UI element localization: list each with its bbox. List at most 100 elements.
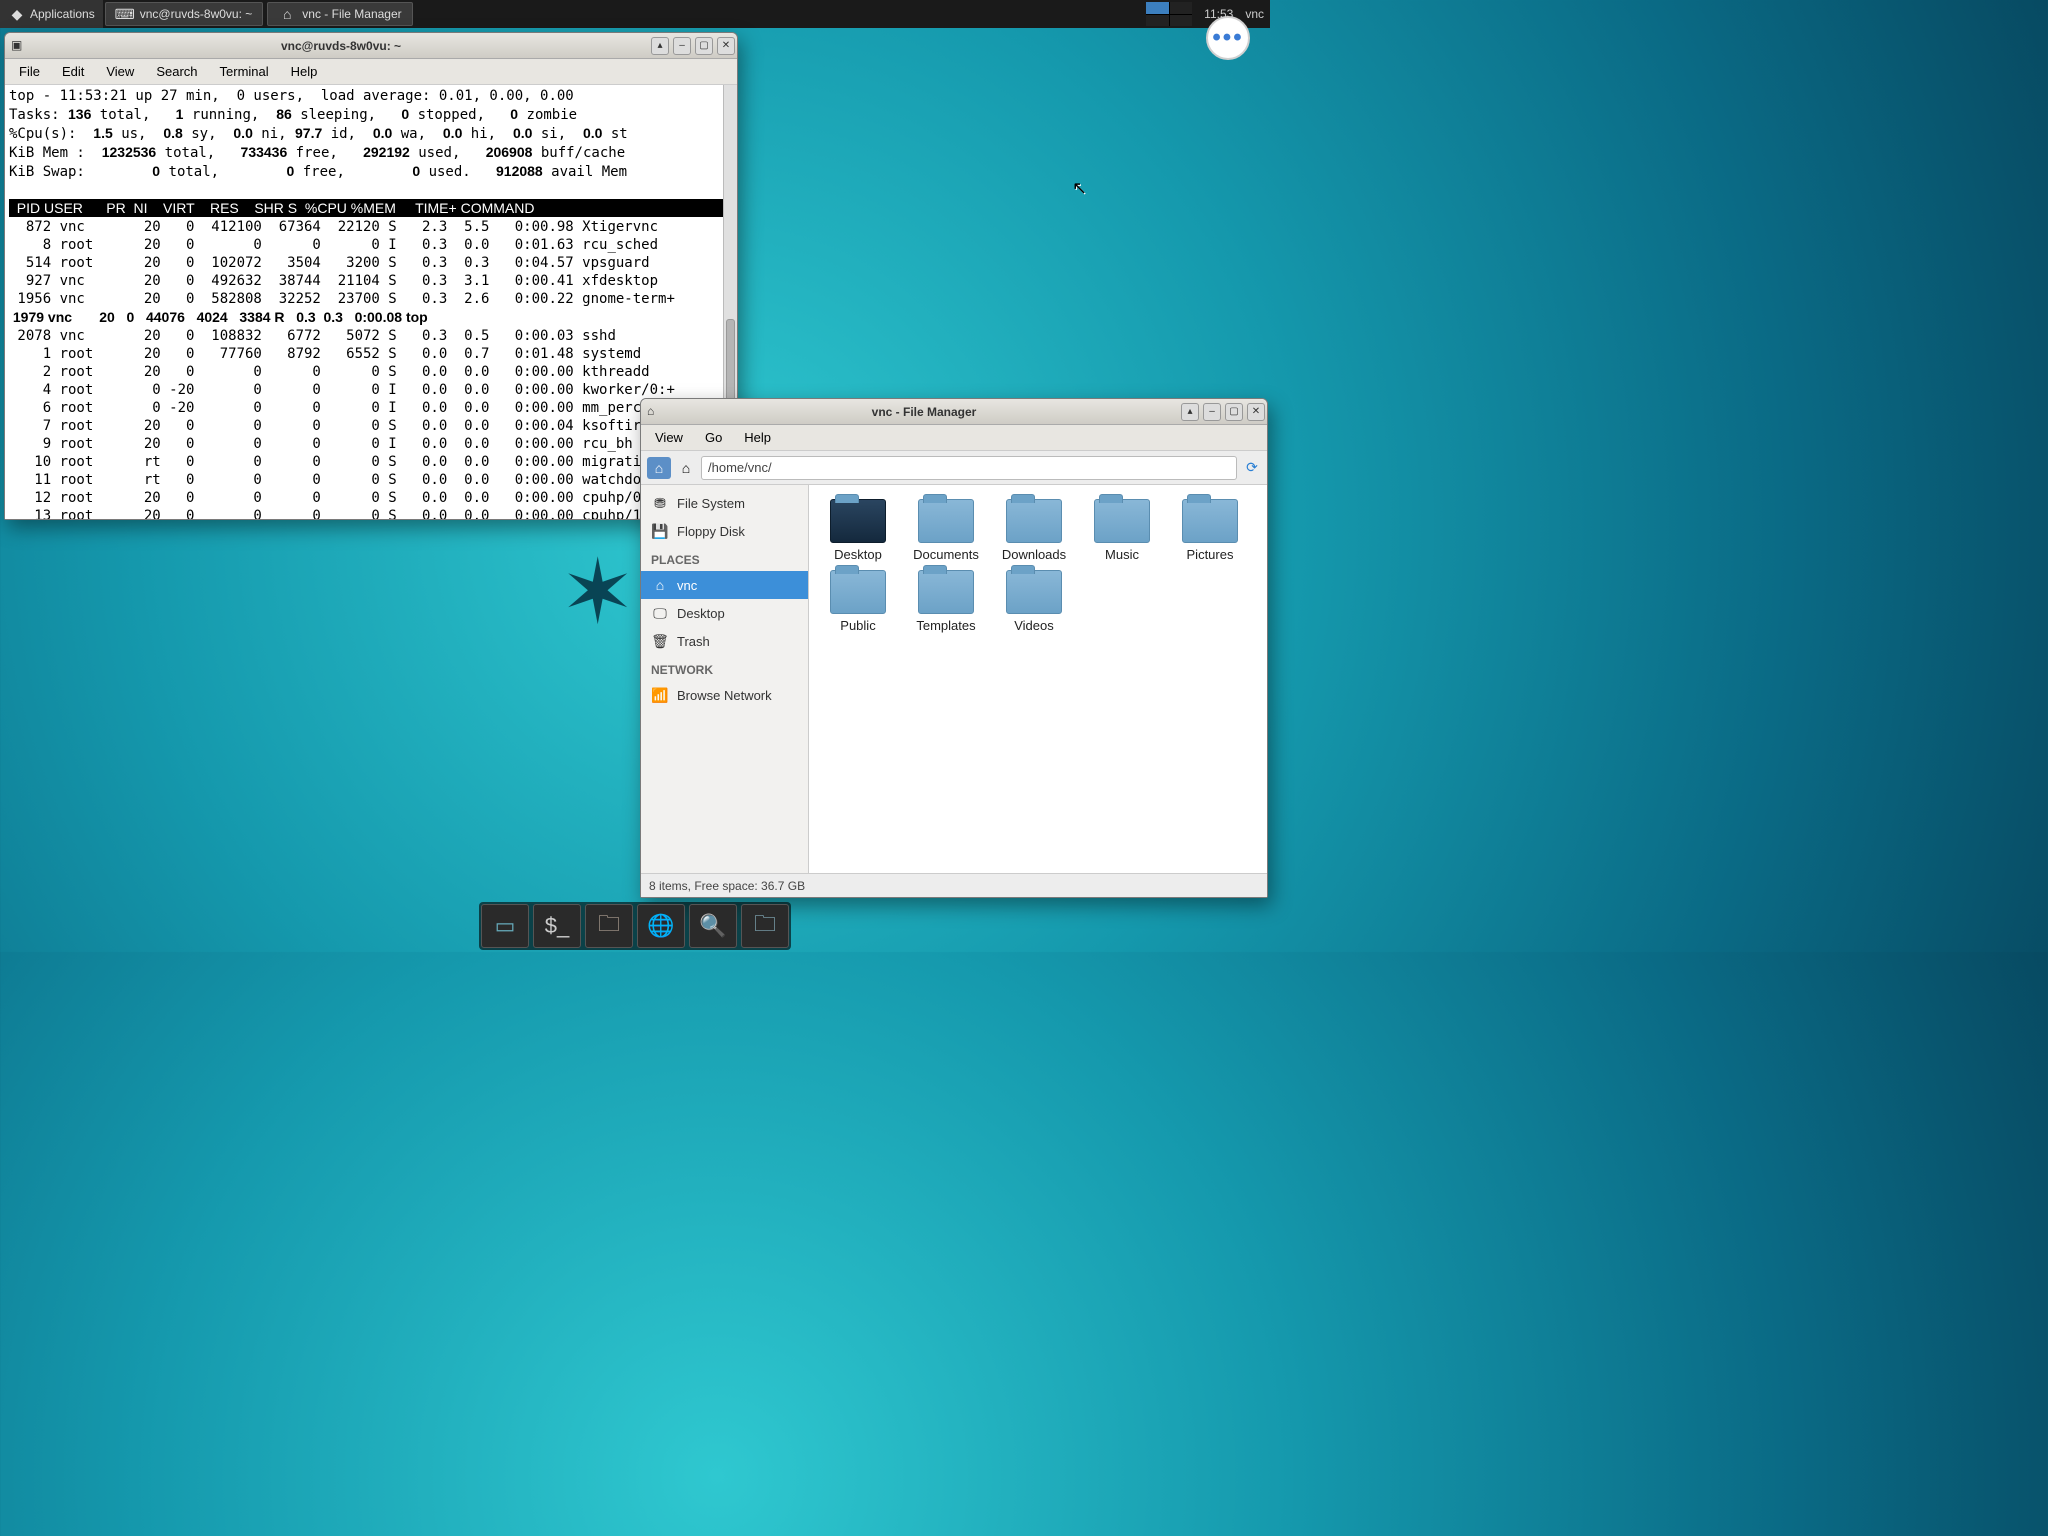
xfce-logo-icon: ◆ (8, 5, 26, 23)
floppy-icon: 💾 (651, 522, 669, 540)
folder-music[interactable]: Music (1081, 499, 1163, 562)
window-maximize-button[interactable]: ▢ (1225, 403, 1243, 421)
window-up-button[interactable]: ▴ (651, 37, 669, 55)
applications-label: Applications (30, 7, 95, 21)
folder-videos[interactable]: Videos (993, 570, 1075, 633)
terminal-titlebar-icon: ▣ (11, 38, 27, 54)
folder-icon (918, 570, 974, 614)
sidebar-label: Floppy Disk (677, 524, 745, 539)
reload-icon[interactable]: ⟳ (1243, 459, 1261, 477)
folder-icon (1182, 499, 1238, 543)
folder-public[interactable]: Public (817, 570, 899, 633)
folder-icon (918, 499, 974, 543)
workspace-pager[interactable] (1146, 2, 1192, 26)
sidebar-item-browse-network[interactable]: 📶 Browse Network (641, 681, 808, 709)
folder-label: Downloads (993, 547, 1075, 562)
window-close-button[interactable]: ✕ (717, 37, 735, 55)
terminal-window: ▣ vnc@ruvds-8w0vu: ~ ▴ – ▢ ✕ FileEditVie… (4, 32, 738, 520)
menu-edit[interactable]: Edit (52, 61, 94, 82)
nav-home-icon[interactable]: ⌂ (647, 457, 671, 479)
fm-titlebar[interactable]: ⌂ vnc - File Manager ▴ – ▢ ✕ (641, 399, 1267, 425)
folder-label: Templates (905, 618, 987, 633)
desktop-icon: 🖵 (651, 604, 669, 622)
folder-pictures[interactable]: Pictures (1169, 499, 1251, 562)
places-heading: PLACES (641, 545, 808, 571)
fm-toolbar: ⌂ ⌂ /home/vnc/ ⟳ (641, 451, 1267, 485)
top-panel: ◆ Applications ⌨ vnc@ruvds-8w0vu: ~ ⌂ vn… (0, 0, 1270, 28)
wifi-icon: 📶 (651, 686, 669, 704)
menu-view[interactable]: View (645, 427, 693, 448)
path-field[interactable]: /home/vnc/ (701, 456, 1237, 480)
home-icon: ⌂ (651, 576, 669, 594)
window-minimize-button[interactable]: – (673, 37, 691, 55)
window-maximize-button[interactable]: ▢ (695, 37, 713, 55)
status-text: 8 items, Free space: 36.7 GB (649, 879, 805, 893)
terminal-output[interactable]: top - 11:53:21 up 27 min, 0 users, load … (5, 85, 737, 519)
terminal-menubar: FileEditViewSearchTerminalHelp (5, 59, 737, 85)
menu-help[interactable]: Help (281, 61, 328, 82)
sidebar-label: Desktop (677, 606, 725, 621)
fm-sidebar: ⛃File System 💾 Floppy Disk PLACES ⌂ vnc 🖵 Deskt… (641, 485, 809, 873)
network-heading: NETWORK (641, 655, 808, 681)
taskbar-filemanager[interactable]: ⌂ vnc - File Manager (267, 2, 412, 26)
menu-terminal[interactable]: Terminal (210, 61, 279, 82)
folder-icon (1094, 499, 1150, 543)
folder-label: Pictures (1169, 547, 1251, 562)
folder-templates[interactable]: Templates (905, 570, 987, 633)
fm-menubar: ViewGoHelp (641, 425, 1267, 451)
terminal-titlebar[interactable]: ▣ vnc@ruvds-8w0vu: ~ ▴ – ▢ ✕ (5, 33, 737, 59)
dock-filemanager[interactable]: 🗀 (585, 904, 633, 948)
user-menu[interactable]: vnc (1239, 7, 1270, 21)
filemanager-window: ⌂ vnc - File Manager ▴ – ▢ ✕ ViewGoHelp … (640, 398, 1268, 898)
sidebar-item-desktop[interactable]: 🖵 Desktop (641, 599, 808, 627)
fm-folder-view[interactable]: Desktop Documents Downloads Music Pictures Pu… (809, 485, 1267, 873)
terminal-icon: ⌨ (116, 5, 134, 23)
dock-show-desktop[interactable]: ▭ (481, 904, 529, 948)
sidebar-item-file-system[interactable]: ⛃File System (641, 489, 808, 517)
fm-title: vnc - File Manager (669, 405, 1179, 419)
fm-statusbar: 8 items, Free space: 36.7 GB (641, 873, 1267, 897)
menu-view[interactable]: View (96, 61, 144, 82)
folder-label: Music (1081, 547, 1163, 562)
wallpaper-logo: ✶ (560, 540, 635, 645)
applications-menu[interactable]: ◆ Applications (0, 0, 103, 28)
dock-folder[interactable]: 🗀 (741, 904, 789, 948)
folder-icon (1006, 570, 1062, 614)
folder-downloads[interactable]: Downloads (993, 499, 1075, 562)
task-label: vnc@ruvds-8w0vu: ~ (140, 7, 253, 21)
folder-icon (830, 570, 886, 614)
helper-bubble[interactable]: ••• (1206, 16, 1250, 60)
folder-desktop[interactable]: Desktop (817, 499, 899, 562)
fm-titlebar-icon: ⌂ (647, 404, 663, 420)
sidebar-label: vnc (677, 578, 697, 593)
mouse-cursor: ↖ (1072, 178, 1087, 199)
dock-browser[interactable]: 🌐 (637, 904, 685, 948)
dock: ▭ $_ 🗀 🌐 🔍 🗀 (479, 902, 791, 950)
sidebar-label: File System (677, 496, 745, 511)
home-icon: ⌂ (278, 5, 296, 23)
menu-help[interactable]: Help (734, 427, 781, 448)
menu-go[interactable]: Go (695, 427, 732, 448)
folder-label: Desktop (817, 547, 899, 562)
window-minimize-button[interactable]: – (1203, 403, 1221, 421)
terminal-title: vnc@ruvds-8w0vu: ~ (33, 39, 649, 53)
menu-file[interactable]: File (9, 61, 50, 82)
sidebar-item-trash[interactable]: 🗑 Trash (641, 627, 808, 655)
menu-search[interactable]: Search (146, 61, 207, 82)
window-close-button[interactable]: ✕ (1247, 403, 1265, 421)
folder-label: Public (817, 618, 899, 633)
dock-terminal[interactable]: $_ (533, 904, 581, 948)
taskbar-terminal[interactable]: ⌨ vnc@ruvds-8w0vu: ~ (105, 2, 264, 26)
window-up-button[interactable]: ▴ (1181, 403, 1199, 421)
folder-label: Videos (993, 618, 1075, 633)
task-label: vnc - File Manager (302, 7, 401, 21)
trash-icon: 🗑 (651, 632, 669, 650)
dock-search[interactable]: 🔍 (689, 904, 737, 948)
path-text: /home/vnc/ (708, 460, 772, 475)
sidebar-item-floppy-disk[interactable]: 💾 Floppy Disk (641, 517, 808, 545)
folder-documents[interactable]: Documents (905, 499, 987, 562)
path-home-icon[interactable]: ⌂ (677, 459, 695, 477)
sidebar-label: Trash (677, 634, 710, 649)
sidebar-label: Browse Network (677, 688, 772, 703)
sidebar-item-vnc[interactable]: ⌂ vnc (641, 571, 808, 599)
